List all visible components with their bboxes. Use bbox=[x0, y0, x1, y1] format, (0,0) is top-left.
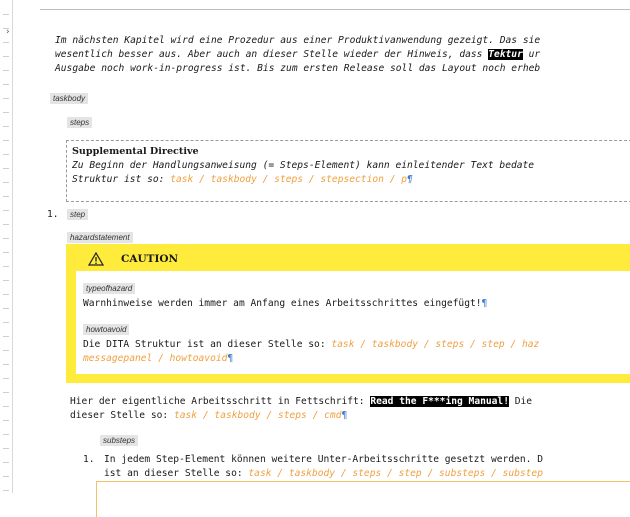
supplemental-path: task / taskbody / steps / stepsection / … bbox=[170, 174, 408, 185]
gutter-tick bbox=[3, 350, 9, 351]
substep-line-2: ist an dieser Stelle so: task / taskbody… bbox=[104, 467, 543, 480]
tag-hazardstatement[interactable]: hazardstatement bbox=[67, 232, 133, 243]
cmd-line-2-text: dieser Stelle so: bbox=[70, 410, 174, 421]
cmd-text: Hier der eigentliche Arbeitsschritt in F… bbox=[70, 396, 371, 407]
gutter-tick bbox=[3, 126, 9, 127]
tag-substeps[interactable]: substeps bbox=[100, 435, 139, 446]
gutter-tick bbox=[3, 154, 9, 155]
gutter-tick bbox=[3, 476, 9, 477]
gutter-tick bbox=[3, 28, 9, 29]
gutter-tick bbox=[3, 84, 9, 85]
gutter-tick bbox=[3, 462, 9, 463]
gutter-tick bbox=[3, 392, 9, 393]
gutter-tick bbox=[3, 322, 9, 323]
tag-typeofhazard[interactable]: typeofhazard bbox=[83, 283, 136, 294]
gutter-tick bbox=[3, 224, 9, 225]
gutter-tick bbox=[3, 364, 9, 365]
caution-label: CAUTION bbox=[121, 253, 179, 265]
supplemental-line-1: Zu Beginn der Handlungsanweisung (= Step… bbox=[72, 160, 535, 171]
gutter-tick bbox=[3, 378, 9, 379]
howtoavoid-text: Die DITA Struktur ist an dieser Stelle s… bbox=[83, 339, 332, 350]
gutter-tick bbox=[3, 168, 9, 169]
intro-line-2: wesentlich besser aus. Aber auch an dies… bbox=[55, 48, 540, 61]
gutter-tick bbox=[3, 490, 9, 491]
gutter-tick bbox=[3, 238, 9, 239]
line-gutter: › bbox=[0, 0, 13, 493]
typeofhazard-text: Warnhinweise werden immer am Anfang eine… bbox=[83, 297, 487, 310]
gutter-tick bbox=[3, 434, 9, 435]
gutter-tick bbox=[3, 14, 9, 15]
gutter-tick bbox=[3, 42, 9, 43]
cmd-line-2: dieser Stelle so: task / taskbody / step… bbox=[70, 409, 347, 422]
gutter-tick bbox=[3, 210, 9, 211]
intro-line-2-text: wesentlich besser aus. Aber auch an dies… bbox=[55, 49, 489, 60]
intro-line-1: Im nächsten Kapitel wird eine Prozedur a… bbox=[55, 35, 541, 46]
gutter-tick bbox=[3, 196, 9, 197]
gutter-tick bbox=[3, 252, 9, 253]
howtoavoid-path-cont: messagepanel / howtoavoid bbox=[83, 353, 228, 364]
highlighted-word: Tektur bbox=[488, 49, 523, 60]
substep-line-1: In jedem Step-Element können weitere Unt… bbox=[104, 454, 543, 465]
supplemental-line-2-text: Struktur ist so: bbox=[72, 174, 171, 185]
gutter-tick bbox=[3, 98, 9, 99]
gutter-tick bbox=[3, 266, 9, 267]
tag-step[interactable]: step bbox=[67, 209, 89, 220]
gutter-tick bbox=[3, 112, 9, 113]
typeofhazard-value: Warnhinweise werden immer am Anfang eine… bbox=[83, 298, 482, 309]
gutter-tick bbox=[3, 420, 9, 421]
substep-path: task / taskbody / steps / step / substep… bbox=[248, 468, 543, 479]
gutter-tick bbox=[3, 294, 9, 295]
page-top-rule bbox=[40, 9, 630, 10]
pilcrow-mark: ¶ bbox=[227, 353, 234, 364]
substep-box bbox=[96, 481, 630, 517]
gutter-tick bbox=[3, 182, 9, 183]
intro-line-3: Ausgabe noch work-in-progress ist. Bis z… bbox=[55, 63, 541, 74]
howtoavoid-line-1: Die DITA Struktur ist an dieser Stelle s… bbox=[83, 338, 539, 351]
gutter-tick bbox=[3, 406, 9, 407]
gutter-tick bbox=[3, 56, 9, 57]
gutter-tick bbox=[3, 336, 9, 337]
intro-line-2-tail: ur bbox=[522, 49, 541, 60]
gutter-tick bbox=[3, 448, 9, 449]
cmd-path: task / taskbody / steps / cmd bbox=[173, 410, 342, 421]
supplemental-title: Supplemental Directive bbox=[72, 146, 199, 157]
tag-steps[interactable]: steps bbox=[67, 117, 93, 128]
gutter-tick bbox=[3, 140, 9, 141]
substep-line-2-text: ist an dieser Stelle so: bbox=[104, 468, 249, 479]
warning-triangle-icon bbox=[87, 251, 105, 266]
tag-taskbody[interactable]: taskbody bbox=[50, 93, 89, 104]
howtoavoid-path: task / taskbody / steps / step / haz bbox=[331, 339, 540, 350]
cmd-text-tail: Die bbox=[508, 396, 533, 407]
pilcrow-mark: ¶ bbox=[407, 174, 413, 185]
gutter-tick bbox=[3, 70, 9, 71]
step-number: 1. bbox=[47, 209, 59, 220]
howtoavoid-line-2: messagepanel / howtoavoid¶ bbox=[83, 352, 233, 365]
pilcrow-mark: ¶ bbox=[481, 298, 488, 309]
cmd-bold-highlight: Read the F***ing Manual! bbox=[370, 396, 509, 407]
pilcrow-mark: ¶ bbox=[341, 410, 348, 421]
gutter-tick bbox=[3, 308, 9, 309]
supplemental-line-2: Struktur ist so: task / taskbody / steps… bbox=[72, 173, 413, 186]
substep-number: 1. bbox=[83, 454, 95, 465]
gutter-tick bbox=[3, 280, 9, 281]
tag-howtoavoid[interactable]: howtoavoid bbox=[83, 324, 130, 335]
cmd-line-1: Hier der eigentliche Arbeitsschritt in F… bbox=[70, 395, 532, 408]
